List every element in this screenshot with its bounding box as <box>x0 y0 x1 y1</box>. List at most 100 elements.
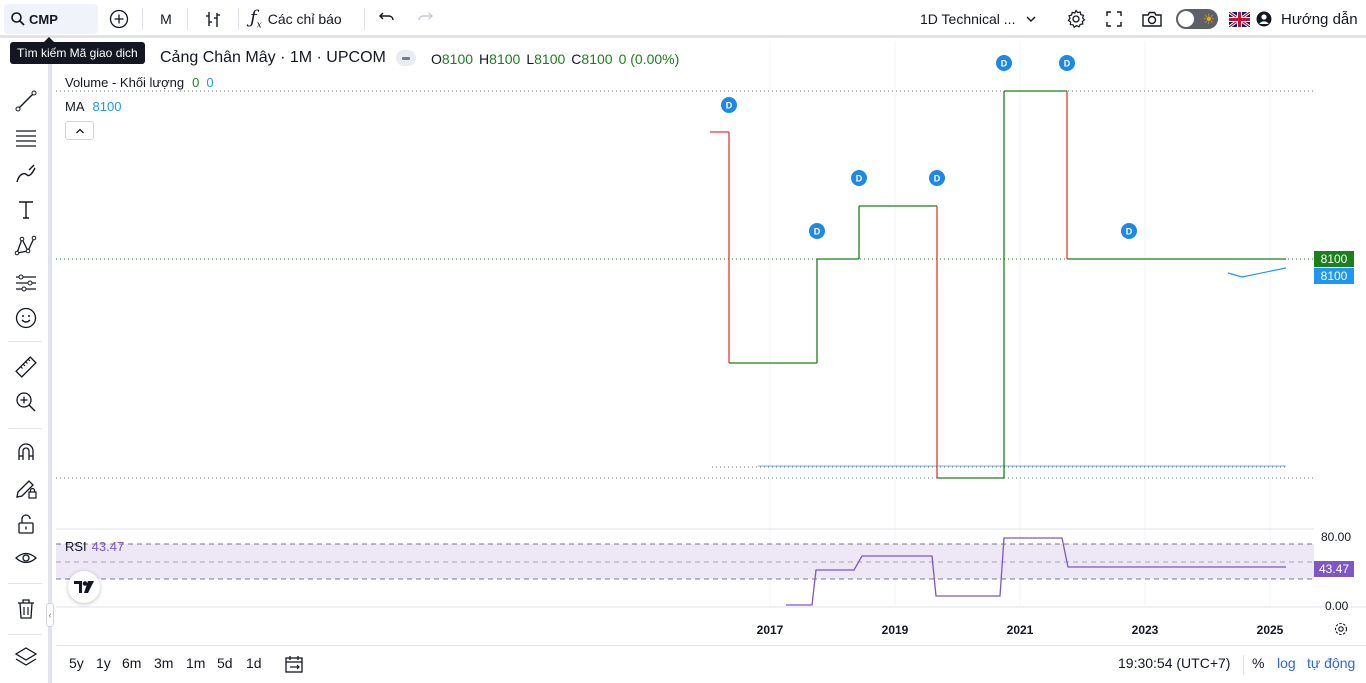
range-button-5y[interactable]: 5y <box>69 655 84 671</box>
divider <box>1243 655 1244 675</box>
tradingview-logo[interactable] <box>68 571 100 603</box>
pattern-icon <box>14 235 37 256</box>
zoom-tool[interactable] <box>11 387 41 417</box>
collapse-legend-button[interactable] <box>65 121 94 140</box>
compare-symbol-button[interactable] <box>106 4 132 34</box>
brush-icon <box>16 164 36 183</box>
guide-button[interactable]: Hướng dẫn <box>1256 4 1364 34</box>
auto-scale-toggle[interactable]: tự động <box>1307 655 1355 671</box>
pencil-lock-icon <box>16 480 37 499</box>
range-button-5d[interactable]: 5d <box>217 655 233 671</box>
collapse-toolbar-handle[interactable]: ‹ <box>46 603 54 627</box>
emoji-tool[interactable] <box>11 303 41 333</box>
settings-button[interactable] <box>1064 4 1088 34</box>
zoom-in-icon <box>16 392 36 412</box>
screenshot-button[interactable] <box>1139 4 1165 34</box>
magnet-tool[interactable] <box>11 437 41 467</box>
ruler-tool[interactable] <box>11 352 41 382</box>
sun-icon: ☀ <box>1202 11 1215 27</box>
range-button-6m[interactable]: 6m <box>122 655 141 671</box>
dividend-marker[interactable]: D <box>929 170 945 186</box>
dividend-marker[interactable]: D <box>1121 223 1137 239</box>
range-button-1m[interactable]: 1m <box>186 655 205 671</box>
toggle-knob <box>1178 11 1194 27</box>
pattern-tool[interactable] <box>11 231 41 261</box>
horizontal-lines-icon <box>16 130 36 147</box>
symbol-title[interactable]: Cảng Chân Mây · 1M · UPCOM <box>160 49 386 67</box>
language-button[interactable] <box>1229 4 1251 34</box>
dividend-marker[interactable]: D <box>721 97 737 113</box>
dividend-marker[interactable]: D <box>996 55 1012 71</box>
app-root: CMP M ƒx Các chỉ báo 1D Technical ... ☀ … <box>0 0 1366 683</box>
time-axis: 2017 2019 2021 2023 2025 <box>757 623 1284 637</box>
dividend-marker[interactable]: D <box>851 170 867 186</box>
rsi-value: 43.47 <box>91 539 125 554</box>
rsi-label: RSI <box>65 539 87 554</box>
text-tool[interactable] <box>11 195 41 225</box>
interval-button[interactable]: M <box>155 4 177 34</box>
dividend-marker[interactable]: D <box>809 223 825 239</box>
fib-tool[interactable] <box>11 122 41 152</box>
go-to-date-button[interactable] <box>284 654 306 677</box>
dividend-marker[interactable]: D <box>1059 55 1075 71</box>
scale-settings-button[interactable] <box>1334 622 1348 636</box>
price-chart[interactable]: D D D D D D D 2017 2019 2021 2023 2025 <box>56 41 1366 645</box>
object-tree-tool[interactable] <box>11 642 41 672</box>
grid-lines <box>769 41 1271 607</box>
range-button-1y[interactable]: 1y <box>96 655 111 671</box>
drawing-mode-tool[interactable] <box>11 473 41 503</box>
time-axis-label: 2021 <box>1007 623 1034 637</box>
indicators-button[interactable]: ƒx Các chỉ báo <box>250 4 354 34</box>
undo-button[interactable] <box>376 4 398 34</box>
divider <box>8 634 42 635</box>
lock-tool[interactable] <box>11 509 41 539</box>
log-toggle[interactable]: log <box>1277 655 1296 671</box>
clock-label[interactable]: 19:30:54 (UTC+7) <box>1118 655 1230 671</box>
divider <box>238 8 239 30</box>
bar-chart-icon <box>206 12 220 27</box>
volume-legend[interactable]: Volume - Khối lượng 0 0 <box>65 75 214 90</box>
dividend-marker-label: D <box>934 174 941 184</box>
percent-toggle[interactable]: % <box>1252 655 1264 671</box>
divider <box>8 583 42 584</box>
search-icon <box>11 12 25 26</box>
symbol-search-button[interactable]: CMP <box>4 4 98 34</box>
legend-toggle-button[interactable] <box>396 50 416 66</box>
dividend-marker-label: D <box>856 174 863 184</box>
ma-line <box>1227 267 1287 278</box>
rsi-band <box>56 544 1314 579</box>
dividend-markers[interactable]: D D D D D D D <box>721 55 1137 239</box>
close-value: 8100 <box>581 51 613 67</box>
chart-area[interactable]: D D D D D D D 2017 2019 2021 2023 2025 8100 8100 8… <box>56 41 1366 645</box>
divider <box>8 428 42 429</box>
volume-label: Volume - Khối lượng <box>65 75 185 90</box>
rsi-scale-bottom: 0.00 <box>1325 599 1349 613</box>
volume-value: 0 <box>192 75 200 90</box>
redo-button[interactable] <box>414 4 436 34</box>
chart-type-button[interactable] <box>200 4 226 34</box>
redo-icon <box>418 12 433 21</box>
close-label: C <box>571 51 582 67</box>
range-button-1d[interactable]: 1d <box>246 655 262 671</box>
function-icon: ƒx <box>250 7 262 31</box>
dividend-marker-label: D <box>1064 59 1071 69</box>
brush-tool[interactable] <box>11 159 41 189</box>
camera-icon <box>1142 11 1162 27</box>
time-axis-label: 2017 <box>757 623 784 637</box>
minus-icon <box>402 56 410 60</box>
high-value: 8100 <box>489 51 521 67</box>
rsi-value-tag: 43.47 <box>1314 561 1354 577</box>
ma-legend[interactable]: MA 8100 <box>65 99 121 114</box>
fullscreen-button[interactable] <box>1102 4 1126 34</box>
symbol-search-tooltip: Tìm kiếm Mã giao dịch <box>10 37 145 64</box>
rsi-legend[interactable]: RSI 43.47 <box>65 539 124 554</box>
trend-line-tool[interactable] <box>11 86 41 116</box>
open-value: 8100 <box>441 51 474 67</box>
prediction-tool[interactable] <box>11 268 41 298</box>
theme-toggle[interactable]: ☀ <box>1176 4 1220 34</box>
delete-tool[interactable] <box>11 594 41 624</box>
range-button-3m[interactable]: 3m <box>154 655 173 671</box>
layout-selector[interactable]: 1D Technical ... <box>920 4 1050 34</box>
visibility-tool[interactable] <box>11 543 41 573</box>
change-value: 0 (0.00%) <box>618 51 680 67</box>
